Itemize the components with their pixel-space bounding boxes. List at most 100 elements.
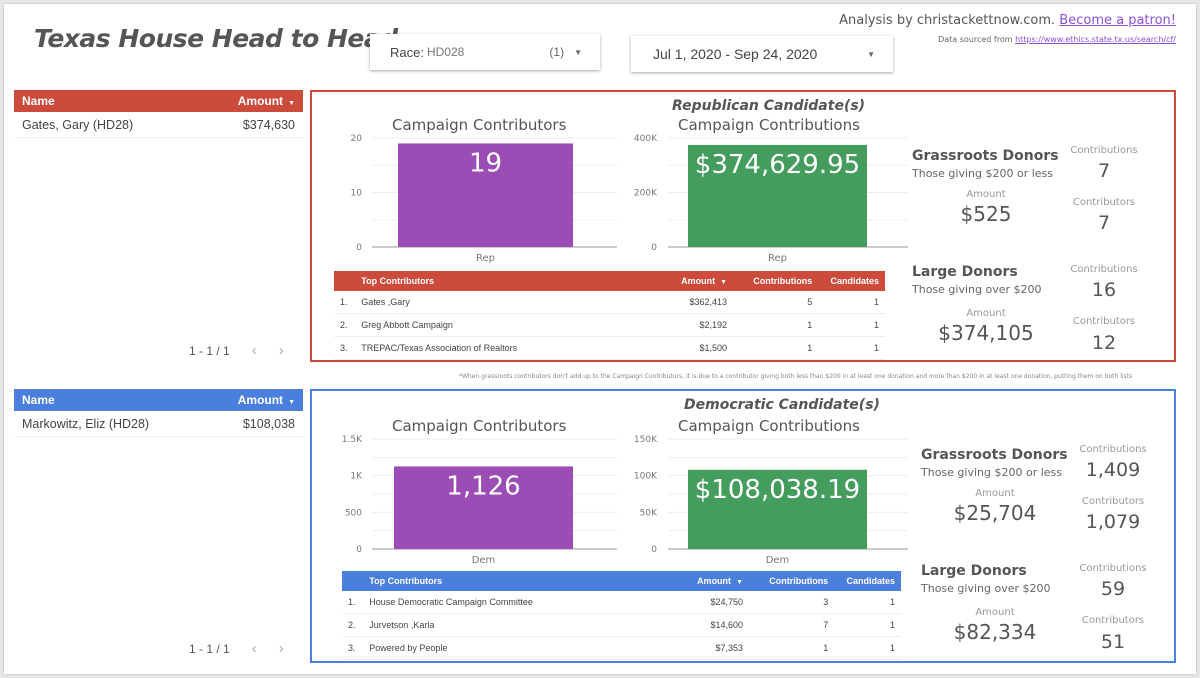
table-header: Top Contributors Amount ▼ Contributions C…	[334, 271, 885, 291]
rep-donor-stats: Grassroots Donors Those giving $200 or l…	[912, 132, 1172, 362]
contributor-contributions: 1	[823, 643, 829, 653]
contributor-amount: $1,500	[699, 343, 728, 353]
chart-svg: 0 200K 400K $374,629.95 Rep	[634, 134, 908, 264]
race-filter-label: Race:	[390, 44, 424, 60]
table-row[interactable]: 3. TREPAC/Texas Association of Realtors …	[334, 337, 885, 360]
rep-top-contributors-table: Top Contributors Amount ▼ Contributions C…	[334, 271, 885, 360]
y-tick-label: 50K	[640, 508, 658, 518]
contributor-name: Powered by People	[369, 643, 448, 653]
row-index: 3.	[340, 343, 348, 353]
contributor-amount: $24,750	[710, 597, 743, 607]
y-tick-label: 200K	[634, 189, 658, 199]
table-row[interactable]: 1. Gates ,Gary $362,413 5 1	[334, 291, 885, 314]
row-index: 3.	[348, 643, 356, 653]
source-link[interactable]: https://www.ethics.state.tx.us/search/cf…	[1015, 35, 1176, 44]
contributions-header[interactable]: Contributions	[743, 576, 828, 586]
amount-header-label: Amount	[237, 94, 284, 108]
contributor-name: Jurvetson ,Karla	[369, 620, 435, 630]
table-row[interactable]: 1. House Democratic Campaign Committee $…	[342, 591, 901, 614]
candidates-header[interactable]: Candidates	[828, 576, 901, 586]
chevron-left-icon[interactable]: ‹	[252, 640, 257, 657]
table-header: Name Amount ▼	[14, 90, 303, 112]
large-amount-label: Amount	[975, 607, 1015, 618]
grassroots-contributions-label: Contributions	[1070, 145, 1138, 156]
page-title: Texas House Head to Head	[34, 24, 398, 53]
candidate-amount: $108,038	[242, 416, 295, 431]
contributor-amount: $7,353	[715, 643, 743, 653]
amount-column-header[interactable]: Amount ▼	[238, 393, 295, 407]
credit-line: Analysis by christackettnow.com. Become …	[839, 13, 1176, 28]
name-column-header[interactable]: Name	[22, 94, 55, 108]
footnote: *When grassroots contributors don't add …	[459, 373, 1133, 380]
y-tick-label: 0	[651, 243, 657, 253]
contributions-header[interactable]: Contributions	[727, 276, 812, 286]
amount-column-header[interactable]: Amount ▼	[238, 94, 295, 108]
candidate-name: Markowitz, Eliz (HD28)	[22, 416, 150, 431]
x-tick-label: Rep	[768, 253, 787, 264]
chevron-right-icon[interactable]: ›	[279, 342, 284, 359]
race-filter-value: HD028	[426, 45, 465, 59]
race-filter-dropdown[interactable]: Race: HD028 (1) ▼	[370, 34, 600, 70]
contributor-name: Greg Abbott Campaign	[361, 320, 453, 330]
large-amount: $374,105	[938, 321, 1034, 345]
amount-header[interactable]: Amount ▼	[658, 576, 743, 586]
grassroots-amount-label: Amount	[966, 189, 1006, 200]
candidate-name: Gates, Gary (HD28)	[22, 117, 134, 132]
contributor-contributions: 7	[823, 620, 829, 630]
chart-svg: 0 50K 100K 150K $108,038.19 Dem	[634, 435, 908, 566]
contributor-contributions: 1	[807, 320, 813, 330]
grassroots-contributions: 7	[1097, 160, 1111, 182]
contributor-name: Gates ,Gary	[361, 297, 410, 307]
patron-link[interactable]: Become a patron!	[1059, 13, 1176, 28]
bar-data-label: $108,038.19	[695, 475, 860, 505]
contributor-contributions: 1	[807, 343, 813, 353]
large-contributions: 59	[1100, 578, 1126, 600]
contributor-contributions: 3	[823, 597, 829, 607]
contributor-candidates: 1	[889, 620, 895, 630]
table-row[interactable]: Gates, Gary (HD28) $374,630	[14, 112, 303, 138]
dem-donor-stats: Grassroots Donors Those giving $200 or l…	[921, 431, 1176, 661]
table-row[interactable]: 2. Jurvetson ,Karla $14,600 7 1	[342, 614, 901, 637]
grassroots-title: Grassroots Donors	[912, 148, 1059, 164]
sort-desc-icon: ▼	[720, 279, 728, 286]
table-row[interactable]: Markowitz, Eliz (HD28) $108,038	[14, 411, 303, 437]
chevron-down-icon: ▼	[574, 47, 582, 57]
grassroots-amount: $25,704	[953, 501, 1037, 525]
source-line: Data sourced from https://www.ethics.sta…	[938, 35, 1176, 44]
bar-data-label: $374,629.95	[695, 150, 860, 180]
amount-header[interactable]: Amount ▼	[642, 276, 727, 286]
date-range-value: Jul 1, 2020 - Sep 24, 2020	[653, 46, 818, 62]
y-tick-label: 150K	[634, 435, 658, 445]
name-column-header[interactable]: Name	[22, 393, 55, 407]
grassroots-contributors: 7	[1097, 212, 1111, 234]
chevron-left-icon[interactable]: ‹	[252, 342, 257, 359]
large-contributors-label: Contributors	[1072, 316, 1136, 327]
row-index: 2.	[340, 320, 348, 330]
candidate-amount: $374,630	[242, 117, 295, 132]
contributor-contributions: 5	[807, 297, 813, 307]
chevron-down-icon: ▼	[867, 49, 875, 59]
sort-desc-icon: ▼	[736, 579, 743, 586]
contributor-name: TREPAC/Texas Association of Realtors	[361, 343, 518, 353]
table-row[interactable]: 2. Greg Abbott Campaign $2,192 1 1	[334, 314, 885, 337]
top-contributors-header[interactable]: Top Contributors	[369, 576, 658, 586]
date-range-dropdown[interactable]: Jul 1, 2020 - Sep 24, 2020 ▼	[631, 36, 893, 72]
pager-text: 1 - 1 / 1	[189, 641, 230, 656]
republican-panel: Republican Candidate(s) Campaign Contrib…	[310, 90, 1176, 362]
chevron-right-icon[interactable]: ›	[279, 640, 284, 657]
table-row[interactable]: 3. Powered by People $7,353 1 1	[342, 637, 901, 660]
large-donors-subtitle: Those giving over $200	[921, 582, 1051, 595]
contributor-candidates: 1	[873, 320, 879, 330]
sort-desc-icon: ▼	[288, 100, 295, 107]
large-amount: $82,334	[953, 620, 1037, 644]
large-donors-title: Large Donors	[912, 264, 1018, 280]
dem-top-contributors-table: Top Contributors Amount ▼ Contributions C…	[342, 571, 901, 660]
large-contributions-label: Contributions	[1070, 264, 1138, 275]
table-header: Top Contributors Amount ▼ Contributions C…	[342, 571, 901, 591]
large-contributions-label: Contributions	[1079, 563, 1147, 574]
contributor-amount: $14,600	[710, 620, 743, 630]
top-contributors-header[interactable]: Top Contributors	[361, 276, 642, 286]
x-tick-label: Dem	[766, 555, 790, 566]
candidates-header[interactable]: Candidates	[812, 276, 885, 286]
pager-text: 1 - 1 / 1	[189, 343, 230, 358]
